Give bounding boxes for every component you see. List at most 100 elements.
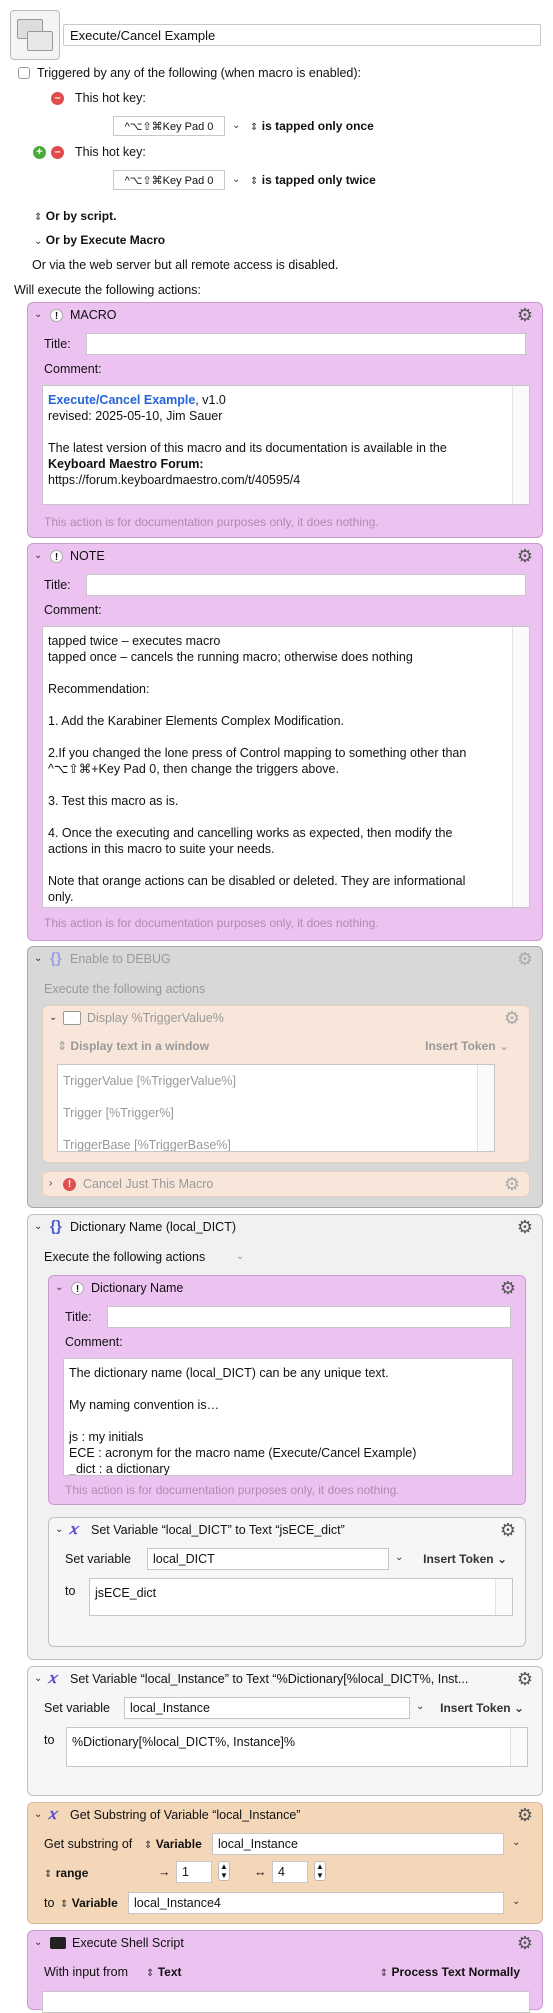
chevron-down-icon[interactable]: ⌄ bbox=[512, 1896, 520, 1907]
hotkey2-mode-select[interactable]: ⇕ is tapped only twice bbox=[250, 173, 376, 187]
remove-trigger-2-icon[interactable]: – bbox=[51, 146, 64, 159]
get-substring-action[interactable]: ⌄ 𝑥 Get Substring of Variable “local_Ins… bbox=[27, 1802, 543, 1924]
set-variable-instance-action[interactable]: ⌄ 𝑥 Set Variable “local_Instance” to Tex… bbox=[27, 1666, 543, 1796]
note-comment-action[interactable]: ⌄ ! NOTE ⚙ Title: Comment: tapped twice … bbox=[27, 543, 543, 941]
collapse-chevron-icon[interactable]: ⌄ bbox=[55, 1282, 63, 1293]
window-icon bbox=[63, 1010, 81, 1025]
scrollbar[interactable] bbox=[510, 1728, 527, 1766]
hotkey2-chevron-down-icon[interactable]: ⌄ bbox=[232, 174, 240, 185]
dictionary-group-action[interactable]: ⌄ {} Dictionary Name (local_DICT) ⚙ Exec… bbox=[27, 1214, 543, 1660]
collapse-chevron-icon[interactable]: ⌄ bbox=[34, 550, 42, 561]
range-length-stepper[interactable]: ▲ ▼ bbox=[314, 1861, 326, 1881]
scrollbar[interactable] bbox=[512, 386, 529, 504]
title-field[interactable] bbox=[86, 574, 526, 596]
macro-link[interactable]: Execute/Cancel Example bbox=[48, 393, 195, 407]
display-text-action[interactable]: ⌄ Display %TriggerValue% ⚙ ⇕ Display tex… bbox=[42, 1005, 530, 1163]
insert-token-menu[interactable]: Insert Token ⌄ bbox=[440, 1701, 524, 1715]
chevron-down-icon[interactable]: ⌄ bbox=[416, 1701, 424, 1712]
collapse-chevron-icon[interactable]: ⌄ bbox=[34, 1221, 42, 1232]
add-trigger-icon[interactable]: + bbox=[33, 146, 46, 159]
gear-icon[interactable]: ⚙ bbox=[503, 1009, 521, 1027]
expand-chevron-icon[interactable]: › bbox=[49, 1178, 52, 1189]
variable-name-field[interactable]: local_Instance bbox=[124, 1697, 410, 1719]
comment-field[interactable]: Execute/Cancel Example, v1.0 revised: 20… bbox=[42, 385, 530, 505]
collapse-chevron-icon[interactable]: ⌄ bbox=[34, 1673, 42, 1684]
hotkey1-chevron-down-icon[interactable]: ⌄ bbox=[232, 120, 240, 131]
gear-icon[interactable]: ⚙ bbox=[516, 1806, 534, 1824]
hotkey1-field[interactable]: ^⌥⇧⌘Key Pad 0 bbox=[113, 116, 225, 136]
hotkey2-mode: is tapped only twice bbox=[261, 173, 376, 187]
hotkey1-mode-select[interactable]: ⇕ is tapped only once bbox=[250, 119, 374, 133]
or-by-execute-toggle[interactable]: ⌄ Or by Execute Macro bbox=[34, 233, 165, 247]
variable-value-field[interactable]: jsECE_dict bbox=[89, 1578, 513, 1616]
collapse-chevron-icon[interactable]: ⌄ bbox=[34, 1809, 42, 1820]
gear-icon[interactable]: ⚙ bbox=[516, 950, 534, 968]
title-field[interactable] bbox=[107, 1306, 511, 1328]
variable-value-field[interactable]: %Dictionary[%local_DICT%, Instance]% bbox=[66, 1727, 528, 1767]
note-line: 4. Once the executing and cancelling wor… bbox=[48, 826, 453, 840]
source-type-select[interactable]: ⇕ Variable bbox=[144, 1837, 202, 1851]
comment-field[interactable]: The dictionary name (local_DICT) can be … bbox=[63, 1358, 513, 1476]
range-start-field[interactable]: 1 bbox=[176, 1861, 212, 1883]
dest-variable-field[interactable]: local_Instance4 bbox=[128, 1892, 504, 1914]
forum-url[interactable]: https://forum.keyboardmaestro.com/t/4059… bbox=[48, 472, 524, 488]
range-select[interactable]: ⇕ range bbox=[44, 1866, 88, 1880]
set-variable-label: Set variable bbox=[44, 1701, 111, 1715]
gear-icon[interactable]: ⚙ bbox=[499, 1521, 517, 1539]
collapse-chevron-icon[interactable]: ⌄ bbox=[34, 1937, 42, 1948]
comment-label: Comment: bbox=[44, 603, 102, 617]
doc-footer: This action is for documentation purpose… bbox=[44, 916, 379, 930]
gear-icon[interactable]: ⚙ bbox=[516, 1218, 534, 1236]
macro-icon[interactable] bbox=[10, 10, 60, 60]
debug-group-action[interactable]: ⌄ {} Enable to DEBUG ⚙ Execute the follo… bbox=[27, 946, 543, 1208]
gear-icon[interactable]: ⚙ bbox=[516, 1934, 534, 1952]
collapse-chevron-icon[interactable]: ⌄ bbox=[55, 1524, 63, 1535]
remove-trigger-1-icon[interactable]: – bbox=[51, 92, 64, 105]
note-line: actions in this macro to suite your need… bbox=[48, 842, 275, 856]
note-line: 3. Test this macro as is. bbox=[48, 794, 179, 808]
gear-icon[interactable]: ⚙ bbox=[516, 1670, 534, 1688]
process-text-select[interactable]: ⇕ Process Text Normally bbox=[380, 1965, 520, 1979]
source-variable-field[interactable]: local_Instance bbox=[212, 1833, 504, 1855]
triggered-checkbox[interactable] bbox=[18, 67, 30, 79]
set-variable-dict-action[interactable]: ⌄ 𝑥 Set Variable “local_DICT” to Text “j… bbox=[48, 1517, 526, 1647]
version-text: , v1.0 bbox=[195, 393, 226, 407]
dictionary-comment-action[interactable]: ⌄ ! Dictionary Name ⚙ Title: Comment: Th… bbox=[48, 1275, 526, 1505]
gear-icon[interactable]: ⚙ bbox=[503, 1175, 521, 1193]
chevron-down-icon[interactable]: ⌄ bbox=[512, 1837, 520, 1848]
title-field[interactable] bbox=[86, 333, 526, 355]
shell-text-field[interactable] bbox=[42, 1991, 530, 2013]
scrollbar[interactable] bbox=[512, 627, 529, 907]
dest-type-select[interactable]: ⇕ Variable bbox=[60, 1896, 118, 1910]
gear-icon[interactable]: ⚙ bbox=[516, 547, 534, 565]
collapse-chevron-icon[interactable]: ⌄ bbox=[34, 309, 42, 320]
range-start-stepper[interactable]: ▲ ▼ bbox=[218, 1861, 230, 1881]
chevron-down-icon[interactable]: ⌄ bbox=[236, 1251, 244, 1262]
scrollbar[interactable] bbox=[477, 1065, 494, 1151]
scrollbar[interactable] bbox=[495, 1579, 512, 1615]
range-length-field[interactable]: 4 bbox=[272, 1861, 308, 1883]
comment-label: Comment: bbox=[65, 1335, 123, 1349]
insert-token-menu[interactable]: Insert Token ⌄ bbox=[423, 1552, 507, 1566]
gear-icon[interactable]: ⚙ bbox=[499, 1279, 517, 1297]
display-mode-select[interactable]: ⇕ Display text in a window bbox=[57, 1039, 209, 1053]
hotkey2-field[interactable]: ^⌥⇧⌘Key Pad 0 bbox=[113, 170, 225, 190]
or-by-script-toggle[interactable]: ⇕ Or by script. bbox=[34, 209, 116, 223]
display-text-field[interactable]: TriggerValue [%TriggerValue%] Trigger [%… bbox=[57, 1064, 495, 1152]
chevron-down-icon: ⌄ bbox=[496, 1552, 507, 1566]
input-source-select[interactable]: ⇕ Text bbox=[146, 1965, 182, 1979]
collapse-chevron-icon[interactable]: ⌄ bbox=[49, 1012, 57, 1023]
comment-field[interactable]: tapped twice – executes macro tapped onc… bbox=[42, 626, 530, 908]
variable-value: %Dictionary[%local_DICT%, Instance]% bbox=[72, 1735, 295, 1749]
macro-name-field[interactable]: Execute/Cancel Example bbox=[63, 24, 541, 46]
chevron-down-icon[interactable]: ⌄ bbox=[395, 1552, 403, 1563]
collapse-chevron-icon[interactable]: ⌄ bbox=[34, 953, 42, 964]
insert-token-menu[interactable]: Insert Token ⌄ bbox=[425, 1039, 509, 1053]
macro-comment-action[interactable]: ⌄ ! MACRO ⚙ Title: Comment: Execute/Canc… bbox=[27, 302, 543, 538]
note-line: ^⌥⇧⌘+Key Pad 0, then change the triggers… bbox=[48, 762, 339, 776]
action-header: Display %TriggerValue% bbox=[87, 1011, 224, 1025]
shell-script-action[interactable]: ⌄ Execute Shell Script ⚙ With input from… bbox=[27, 1930, 543, 2013]
variable-name-field[interactable]: local_DICT bbox=[147, 1548, 389, 1570]
cancel-macro-action[interactable]: › ! Cancel Just This Macro ⚙ bbox=[42, 1171, 530, 1197]
gear-icon[interactable]: ⚙ bbox=[516, 306, 534, 324]
